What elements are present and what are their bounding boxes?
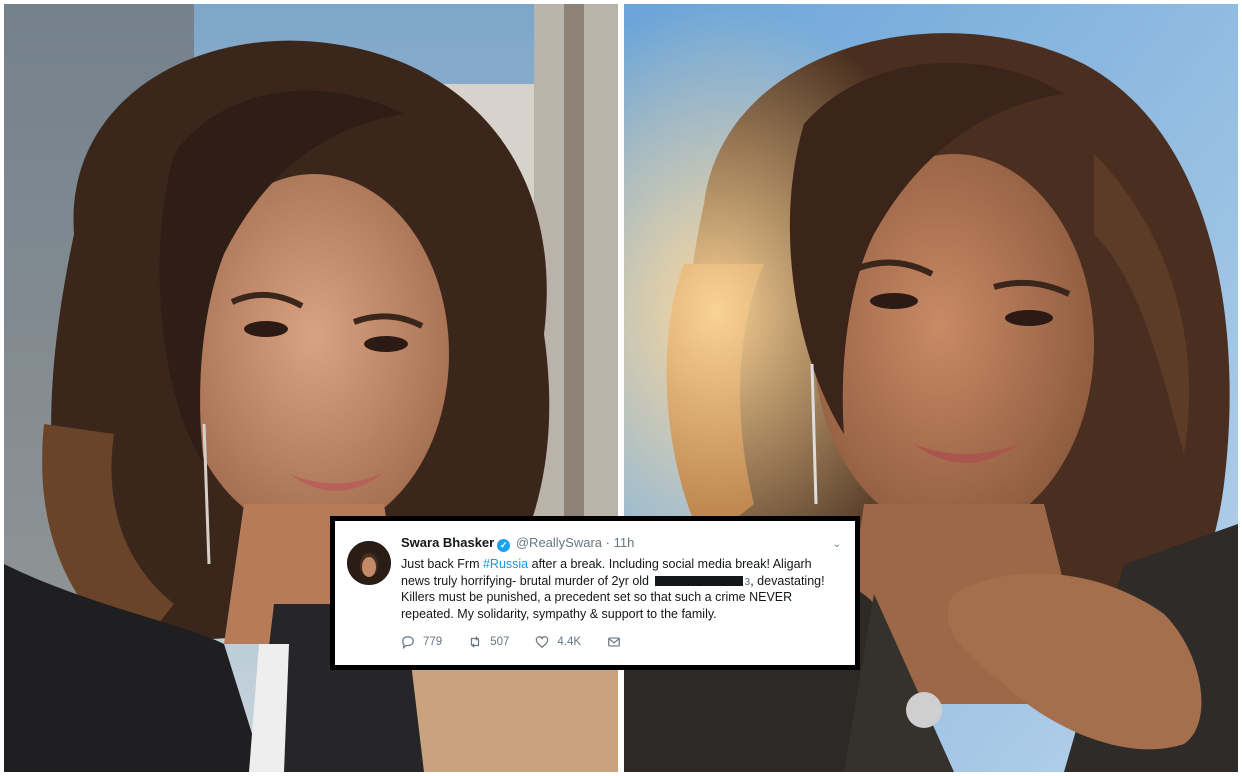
hashtag-link[interactable]: #Russia (483, 557, 528, 571)
redaction-bar (654, 575, 743, 586)
tweet-actions: 779 507 4.4K (401, 635, 621, 649)
profile-photo-icon (347, 541, 391, 585)
author-name[interactable]: Swara Bhasker (401, 535, 494, 550)
reply-button[interactable]: 779 (401, 635, 442, 649)
reply-count: 779 (423, 636, 443, 648)
retweet-button[interactable]: 507 (468, 635, 509, 649)
tweet-content: Swara Bhasker ✓ @ReallySwara · 11h ⌄ Just… (401, 535, 841, 622)
tweet-header: Swara Bhasker ✓ @ReallySwara · 11h ⌄ (401, 535, 841, 552)
like-count: 4.4K (557, 636, 582, 648)
tweet-card: Swara Bhasker ✓ @ReallySwara · 11h ⌄ Just… (330, 516, 860, 670)
separator-dot: · (605, 535, 610, 550)
tweet-body-panel: Swara Bhasker ✓ @ReallySwara · 11h ⌄ Just… (335, 521, 855, 665)
tweet-timestamp[interactable]: 11h (614, 535, 635, 550)
like-button[interactable]: 4.4K (535, 635, 581, 649)
reply-icon (402, 636, 414, 649)
verified-badge-icon: ✓ (497, 539, 511, 552)
envelope-icon (608, 637, 620, 647)
tweet-text-part-1: Just back Frm (401, 557, 483, 571)
direct-message-button[interactable] (607, 635, 621, 649)
chevron-down-icon[interactable]: ⌄ (833, 537, 841, 553)
tweet-text: Just back Frm #Russia after a break. Inc… (401, 556, 841, 622)
retweet-count: 507 (490, 636, 510, 648)
retweet-icon (471, 636, 480, 648)
avatar[interactable] (347, 541, 391, 585)
heart-icon (536, 636, 549, 649)
author-handle[interactable]: @ReallySwara (516, 535, 602, 550)
